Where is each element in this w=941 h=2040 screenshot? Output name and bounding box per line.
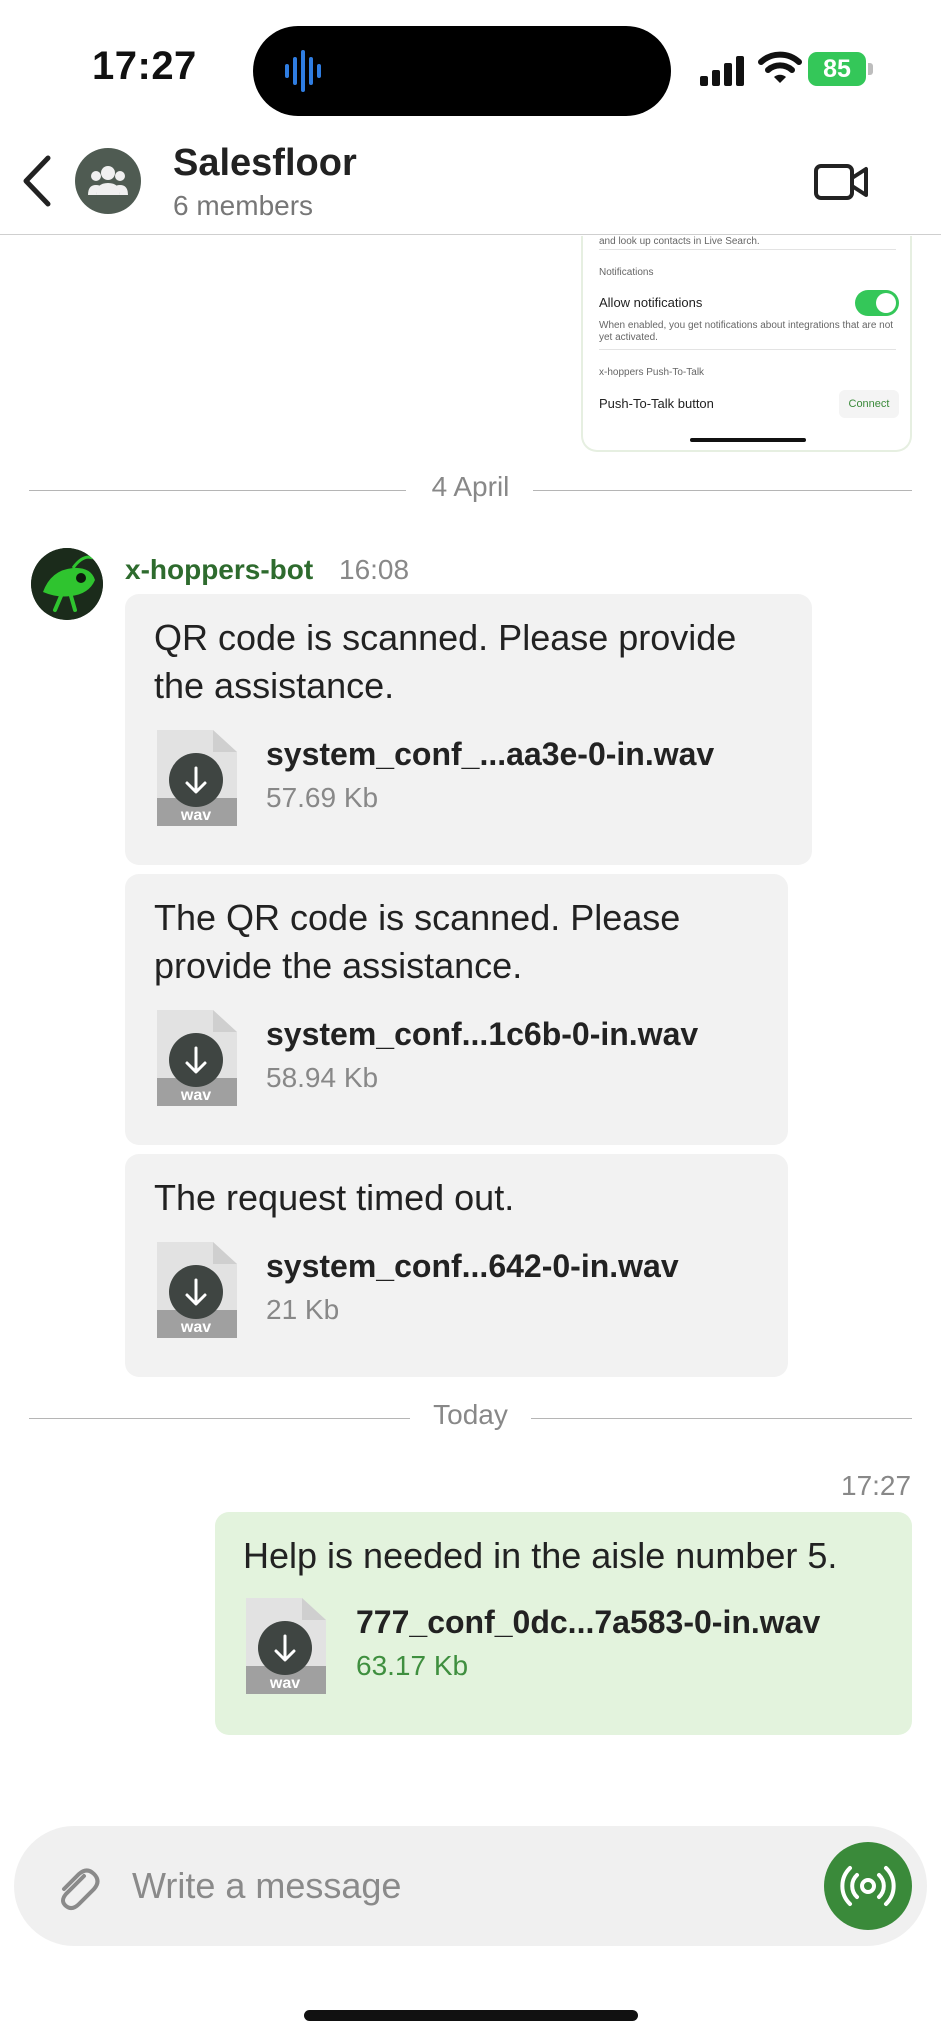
chat-header: Salesfloor 6 members	[0, 128, 941, 235]
divider-line	[531, 1418, 912, 1419]
audio-file-attachment[interactable]: wav	[153, 728, 239, 828]
screenshot-text-top: and look up contacts in Live Search.	[599, 236, 760, 247]
paperclip-icon[interactable]	[54, 1864, 100, 1912]
audio-file-attachment[interactable]: wav	[242, 1596, 328, 1696]
svg-text:wav: wav	[180, 807, 211, 824]
message-text: The request timed out.	[154, 1177, 515, 1218]
svg-text:wav: wav	[180, 1087, 211, 1104]
file-name[interactable]: system_conf...1c6b-0-in.wav	[266, 1016, 698, 1053]
status-time: 17:27	[92, 44, 197, 88]
divider-line	[533, 490, 912, 491]
cellular-signal-icon	[700, 56, 744, 86]
wav-file-icon: wav	[157, 1242, 237, 1338]
message-input[interactable]	[132, 1856, 692, 1916]
battery-level: 85	[808, 52, 866, 86]
battery-cap	[868, 63, 873, 75]
screenshot-toggle	[855, 290, 899, 316]
screenshot-notifications-help: When enabled, you get notifications abou…	[599, 320, 894, 343]
message-time: 17:27	[841, 1470, 912, 1501]
wav-file-icon: wav	[246, 1598, 326, 1694]
message-text: QR code is scanned. Please provide the a…	[154, 617, 737, 706]
video-call-icon[interactable]	[814, 162, 870, 202]
shared-screenshot[interactable]: and look up contacts in Live Search. Not…	[581, 236, 912, 452]
outgoing-message-bubble[interactable]: Help is needed in the aisle number 5. wa…	[215, 1512, 912, 1735]
screenshot-divider	[599, 349, 896, 350]
audio-wave-icon	[285, 50, 321, 92]
chat-title[interactable]: Salesfloor	[173, 142, 357, 185]
file-size: 58.94 Kb	[266, 1062, 379, 1093]
dynamic-island	[253, 26, 671, 116]
message-time: 16:08	[339, 554, 410, 585]
screenshot-section-notifications: Notifications	[599, 267, 654, 278]
date-label: Today	[433, 1399, 508, 1430]
audio-file-attachment[interactable]: wav	[153, 1008, 239, 1108]
sender-name[interactable]: x-hoppers-bot	[125, 554, 313, 586]
audio-file-attachment[interactable]: wav	[153, 1240, 239, 1340]
screenshot-home-indicator	[690, 438, 806, 442]
screenshot-connect: Connect	[839, 390, 899, 418]
bot-avatar[interactable]	[31, 548, 103, 620]
file-name[interactable]: system_conf_...aa3e-0-in.wav	[266, 736, 714, 773]
file-size: 21 Kb	[266, 1294, 340, 1325]
screenshot-ptt-label: Push-To-Talk button	[599, 396, 714, 411]
svg-text:wav: wav	[180, 1319, 211, 1336]
date-divider: 4 April	[29, 471, 912, 511]
screenshot-divider	[599, 249, 896, 250]
group-icon	[88, 166, 128, 195]
date-label: 4 April	[431, 471, 510, 502]
chevron-left-icon[interactable]	[18, 152, 58, 210]
message-bubble[interactable]: QR code is scanned. Please provide the a…	[125, 594, 812, 865]
wav-file-icon: wav	[157, 730, 237, 826]
screenshot-allow-notifications: Allow notifications	[599, 295, 703, 310]
message-composer	[14, 1826, 927, 1946]
battery-indicator: 85	[808, 52, 874, 86]
home-indicator	[304, 2010, 638, 2021]
wav-file-icon: wav	[157, 1010, 237, 1106]
wifi-icon	[758, 51, 802, 83]
svg-text:wav: wav	[269, 1675, 300, 1692]
screenshot-section-ptt: x-hoppers Push-To-Talk	[599, 367, 705, 378]
file-name[interactable]: system_conf...642-0-in.wav	[266, 1248, 679, 1285]
message-bubble[interactable]: The QR code is scanned. Please provide t…	[125, 874, 788, 1145]
message-bubble[interactable]: The request timed out. wav system_conf..…	[125, 1154, 788, 1377]
file-size: 63.17 Kb	[356, 1650, 469, 1681]
group-avatar[interactable]	[75, 148, 141, 214]
broadcast-icon	[840, 1866, 896, 1906]
date-divider: Today	[29, 1399, 912, 1439]
file-name[interactable]: 777_conf_0dc...7a583-0-in.wav	[356, 1604, 820, 1641]
push-to-talk-button[interactable]	[824, 1842, 912, 1930]
file-size: 57.69 Kb	[266, 782, 379, 813]
member-count: 6 members	[173, 190, 314, 221]
message-text: The QR code is scanned. Please provide t…	[154, 897, 681, 986]
message-text: Help is needed in the aisle number 5.	[243, 1535, 838, 1576]
grasshopper-logo-icon	[31, 548, 103, 620]
